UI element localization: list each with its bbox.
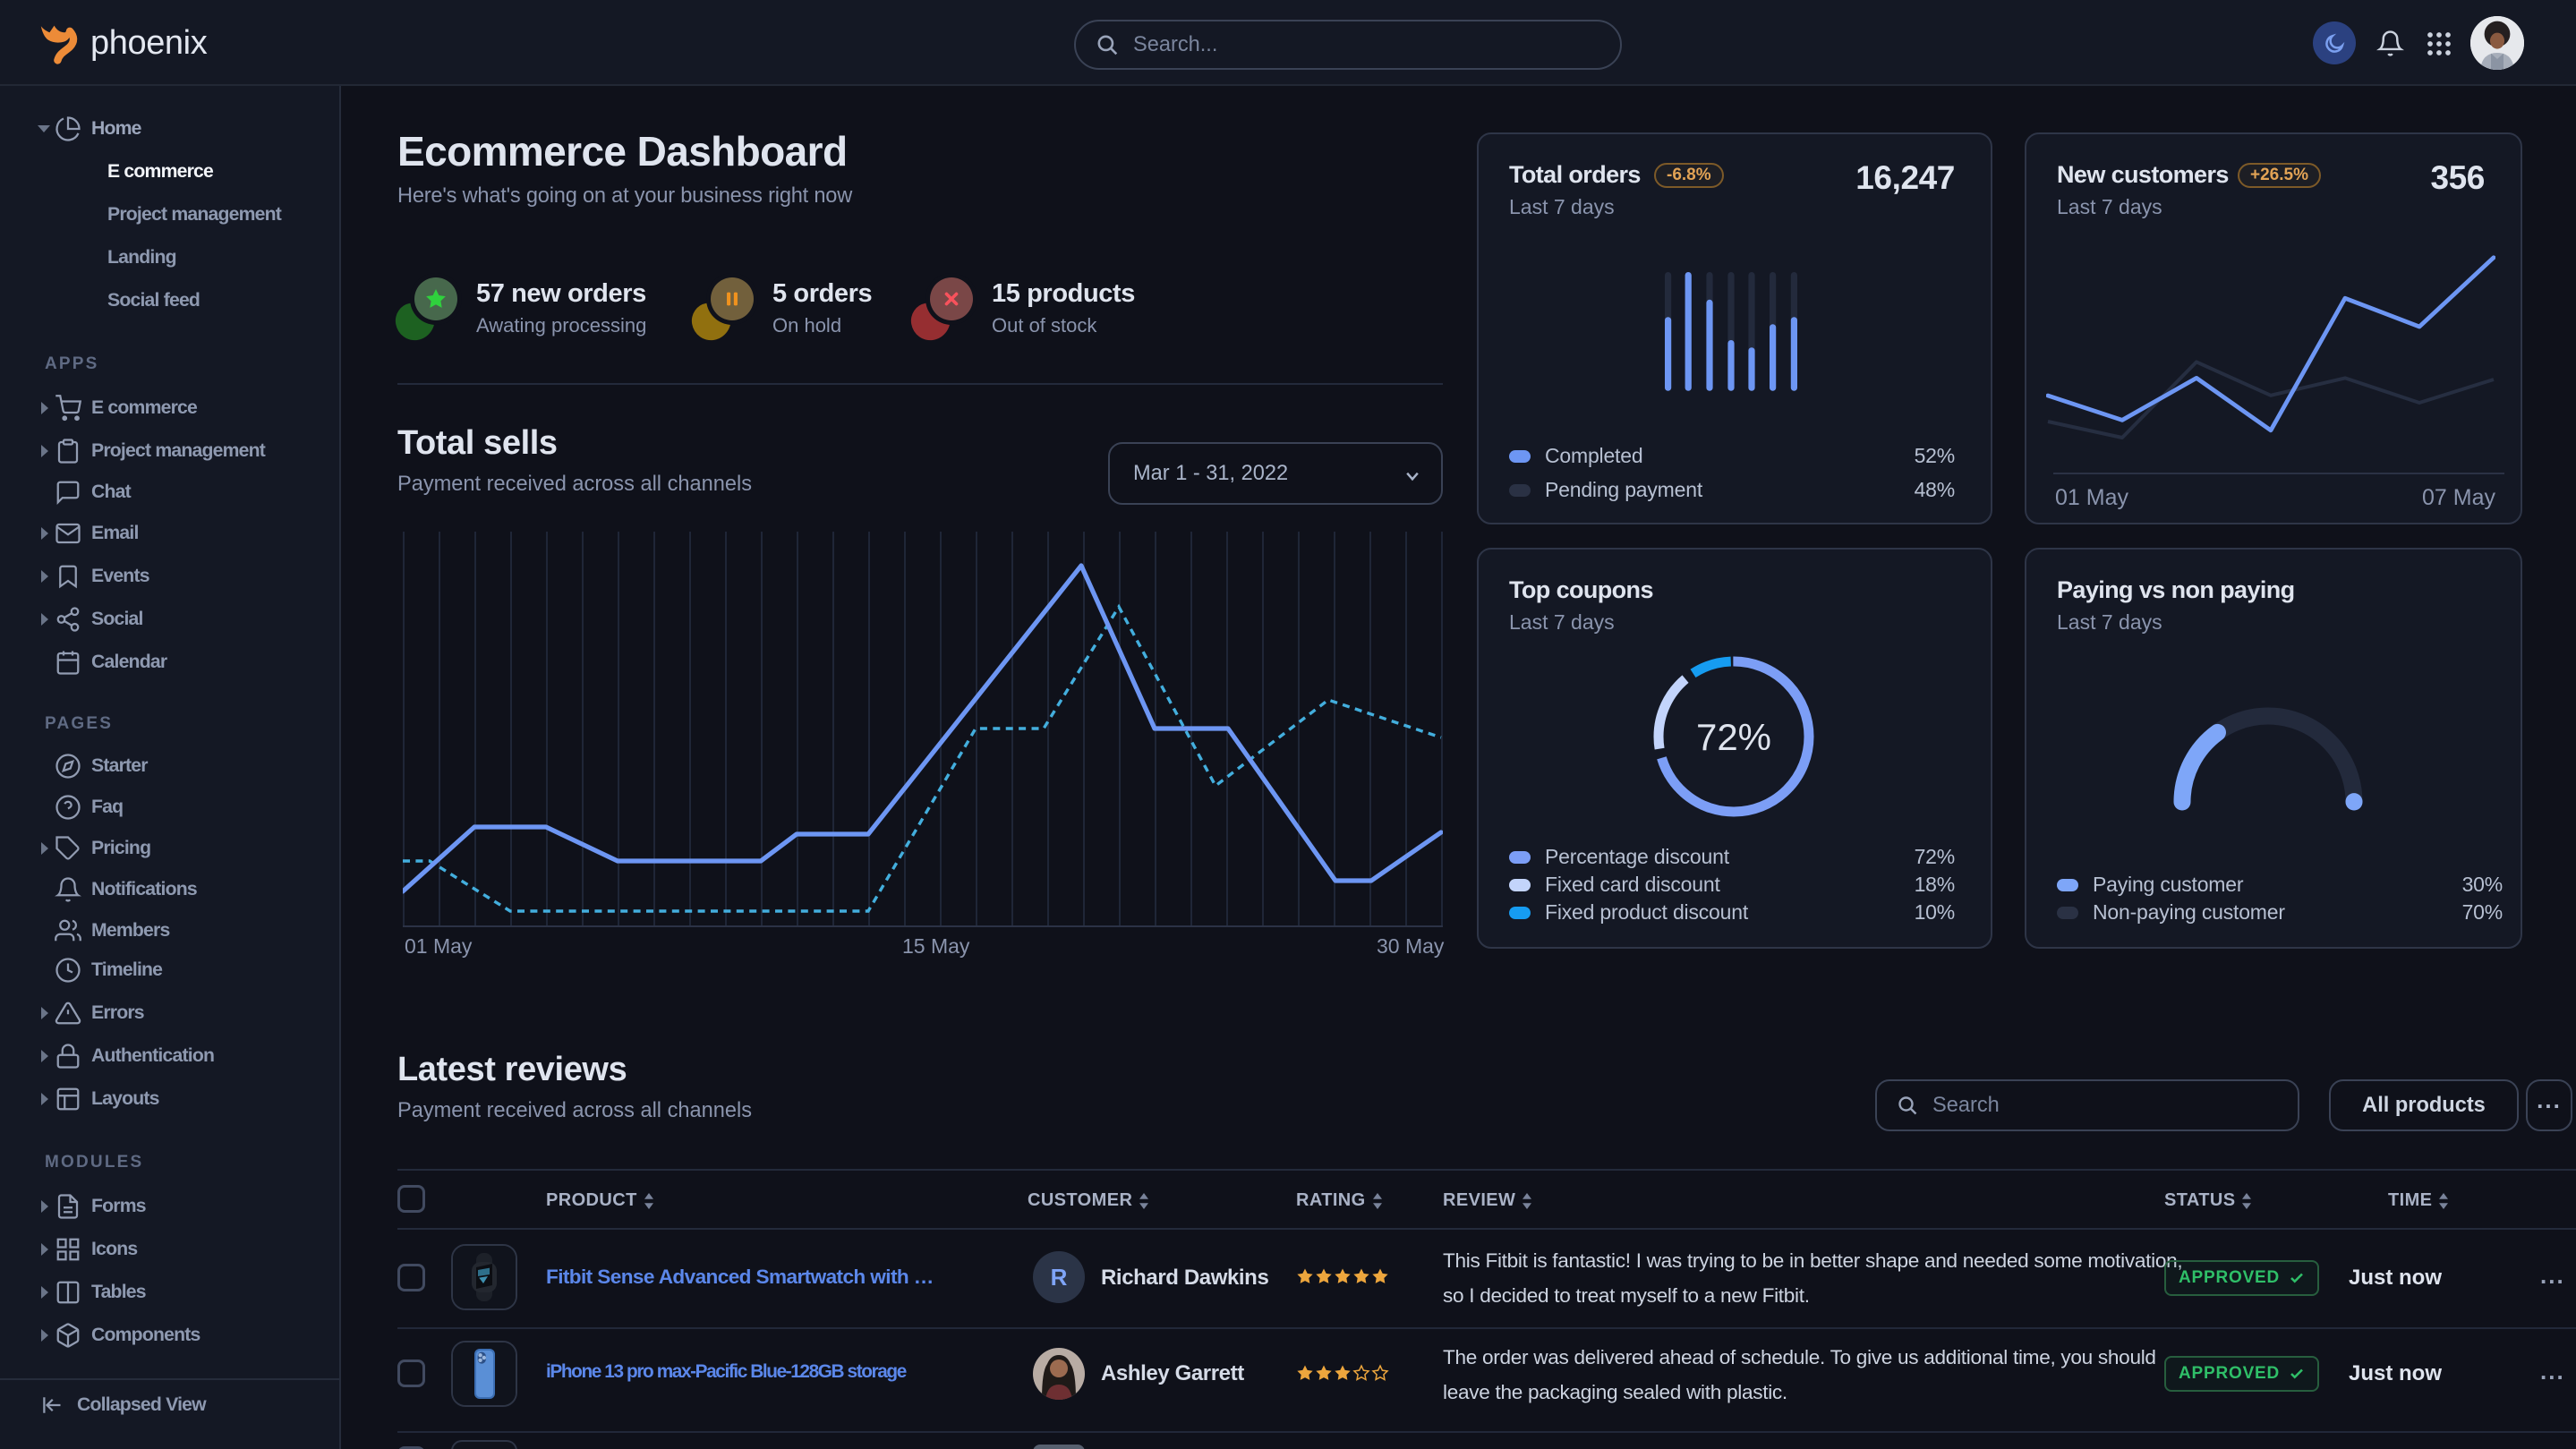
svg-text:72%: 72% — [1696, 716, 1771, 758]
